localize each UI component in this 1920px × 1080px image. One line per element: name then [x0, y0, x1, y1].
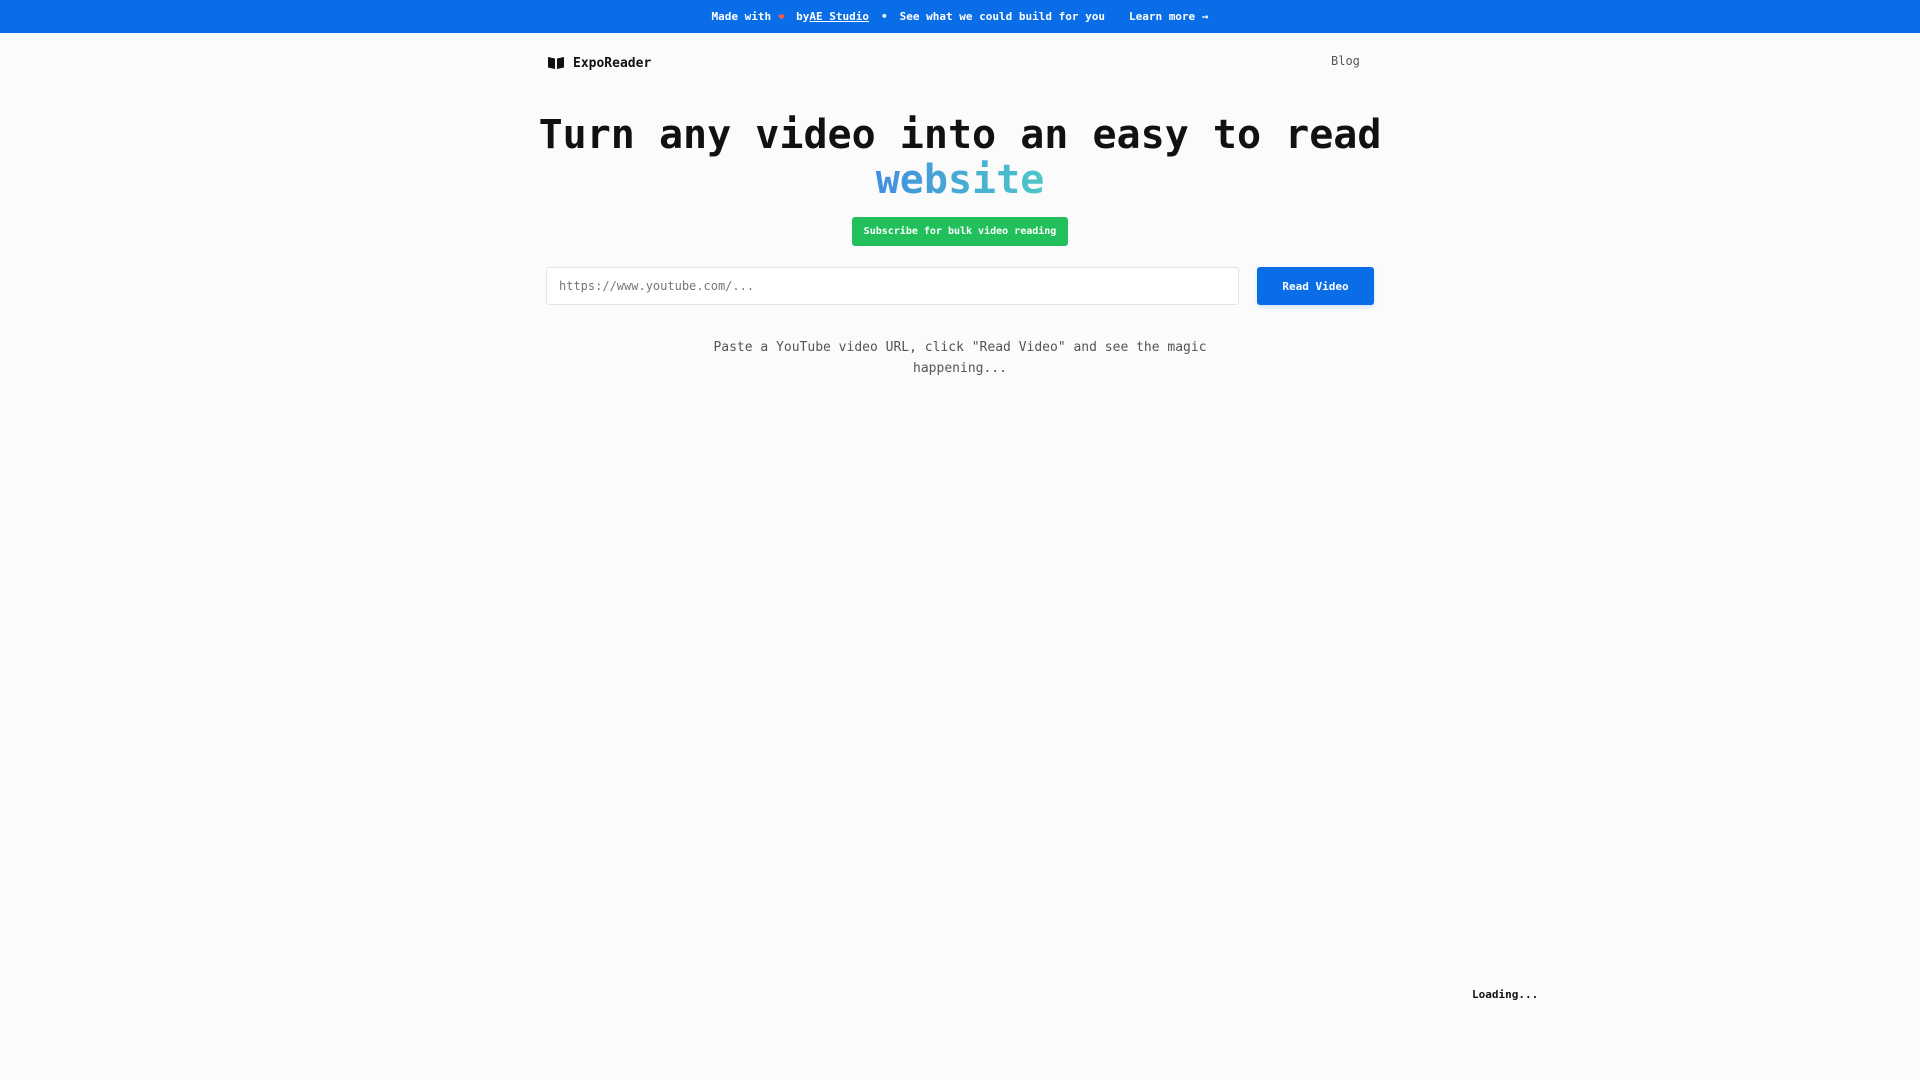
loading-indicator: Loading...: [1472, 988, 1539, 1001]
video-url-input[interactable]: [546, 267, 1239, 305]
ae-studio-link[interactable]: AE Studio: [809, 10, 869, 23]
brand-logo[interactable]: ExpoReader: [547, 53, 651, 73]
learn-more-link[interactable]: Learn more →: [1129, 10, 1208, 23]
open-book-icon: [548, 57, 564, 69]
subscribe-button[interactable]: Subscribe for bulk video reading: [852, 217, 1068, 246]
hero-accent: website: [0, 158, 1920, 203]
nav-blog-link[interactable]: Blog: [1331, 54, 1360, 68]
banner-by: by: [796, 10, 810, 23]
read-video-button[interactable]: Read Video: [1257, 267, 1374, 305]
heart-icon: ❤: [778, 9, 785, 23]
hero-accent-text: website: [875, 157, 1045, 203]
banner-tagline: See what we could build for you: [899, 10, 1105, 23]
instruction-text: Paste a YouTube video URL, click "Read V…: [713, 340, 1207, 376]
top-banner: Made with ❤ by AE Studio • See what we c…: [0, 0, 1920, 33]
brand-name: ExpoReader: [573, 55, 652, 71]
hero-title: Turn any video into an easy to read: [538, 112, 1382, 158]
banner-made-with: Made with: [711, 10, 772, 23]
banner-separator: •: [881, 10, 888, 23]
